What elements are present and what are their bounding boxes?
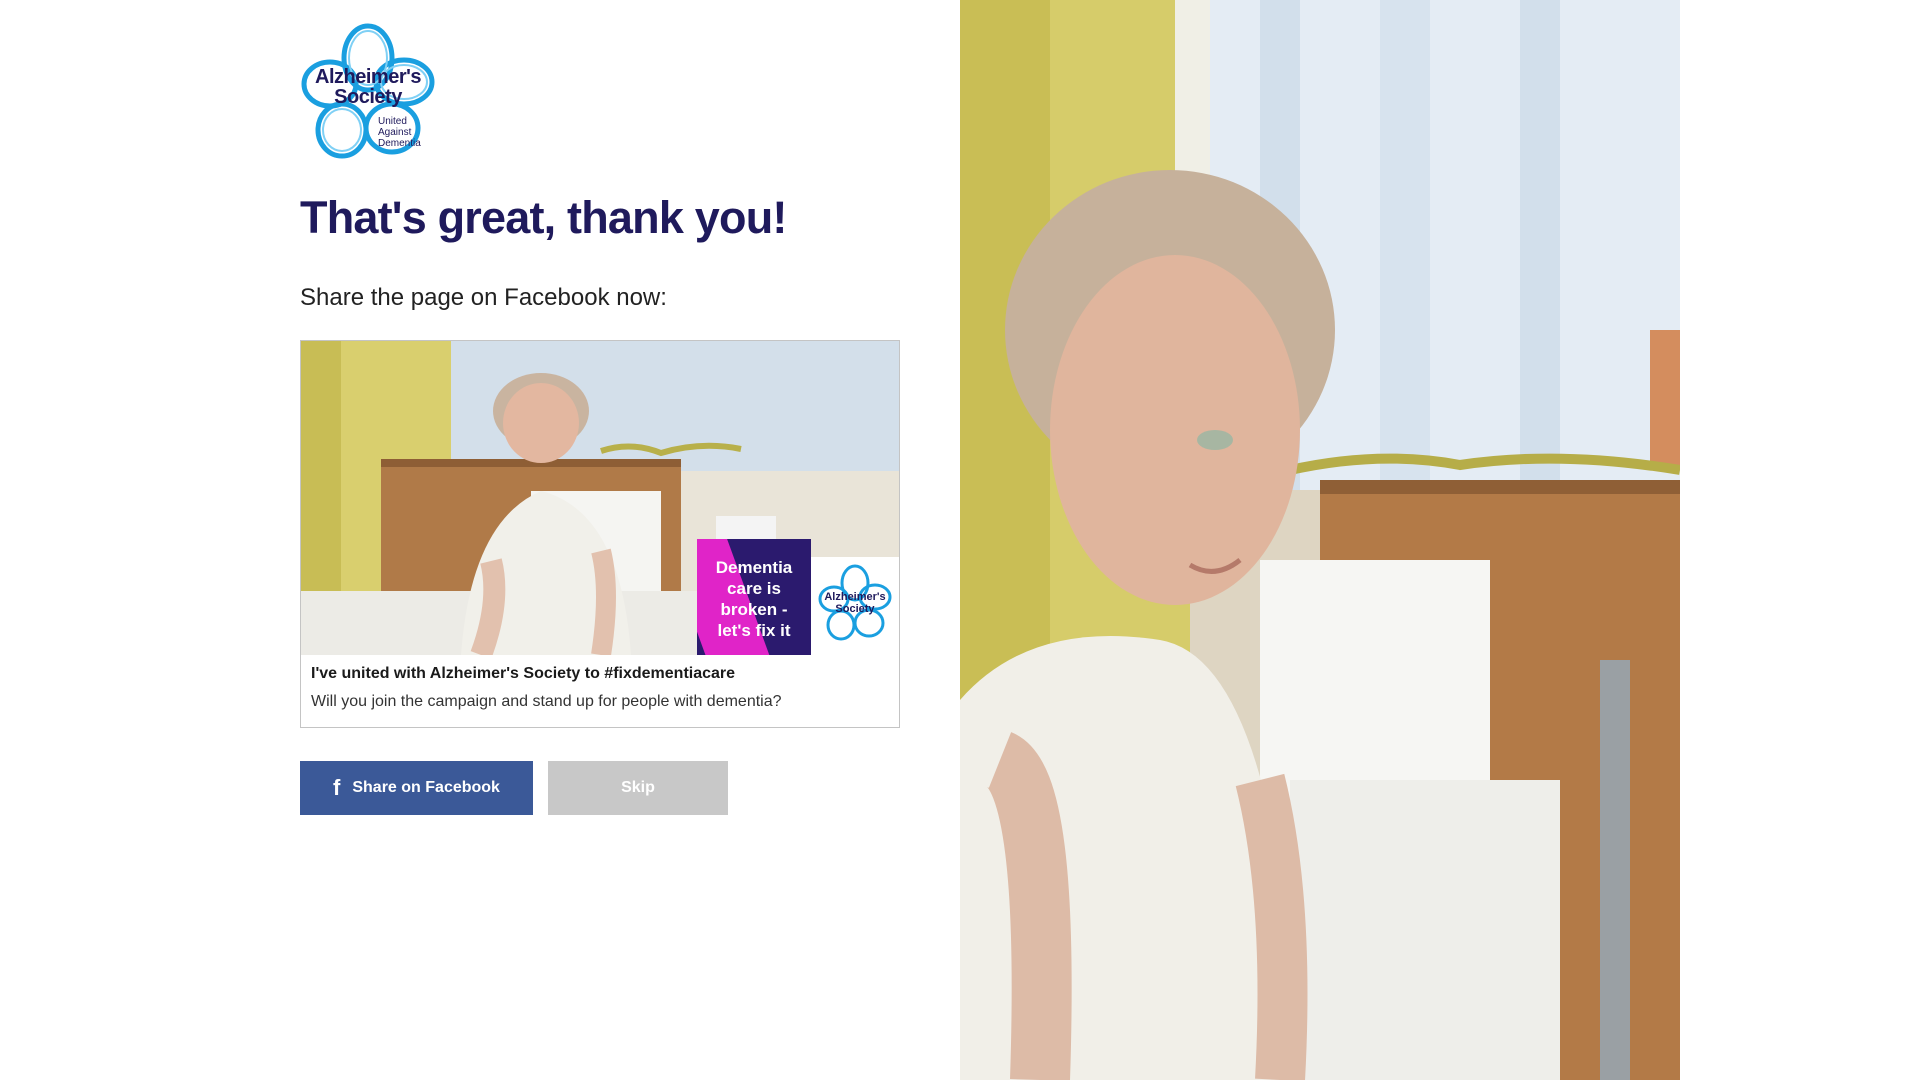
preview-logo-line: Alzheimer's	[824, 591, 886, 603]
skip-button[interactable]: Skip	[548, 761, 728, 815]
preview-image: Dementia care is broken - let's fix it A…	[301, 341, 899, 655]
logo-name: Alzheimer's Society	[306, 67, 430, 107]
preview-description: Will you join the campaign and stand up …	[311, 693, 782, 710]
logo-tagline: United Against Dementia	[378, 116, 438, 149]
preview-logo-name: Alzheimer's Society	[811, 591, 899, 615]
share-on-facebook-button[interactable]: f Share on Facebook	[300, 761, 533, 815]
preview-logo: Alzheimer's Society	[811, 557, 899, 655]
share-prompt: Share the page on Facebook now:	[300, 284, 667, 311]
alzheimers-society-logo: Alzheimer's Society United Against Demen…	[300, 20, 436, 162]
share-on-facebook-label: Share on Facebook	[352, 779, 500, 796]
logo-name-line: Alzheimer's	[315, 66, 421, 88]
facebook-share-preview: Dementia care is broken - let's fix it A…	[300, 340, 900, 728]
preview-title: I've united with Alzheimer's Society to …	[311, 665, 736, 682]
logo-tagline-line: Against	[378, 127, 412, 138]
caption-line: let's fix it	[717, 621, 791, 640]
campaign-caption-box: Dementia care is broken - let's fix it	[697, 539, 811, 655]
content-column: Alzheimer's Society United Against Demen…	[300, 0, 920, 1080]
campaign-caption: Dementia care is broken - let's fix it	[701, 557, 807, 641]
page: Alzheimer's Society United Against Demen…	[0, 0, 1920, 1080]
facebook-icon: f	[333, 775, 341, 800]
hero-photo	[960, 0, 1680, 1080]
page-title: That's great, thank you!	[300, 192, 787, 243]
logo-tagline-line: United	[378, 116, 407, 127]
caption-line: care is	[727, 579, 781, 598]
preview-logo-line: Society	[835, 603, 875, 615]
hero-image	[960, 0, 1680, 1080]
logo-name-line: Society	[334, 86, 402, 108]
caption-line: broken -	[720, 600, 788, 619]
caption-line: Dementia	[715, 558, 793, 577]
logo-tagline-line: Dementia	[378, 138, 421, 149]
